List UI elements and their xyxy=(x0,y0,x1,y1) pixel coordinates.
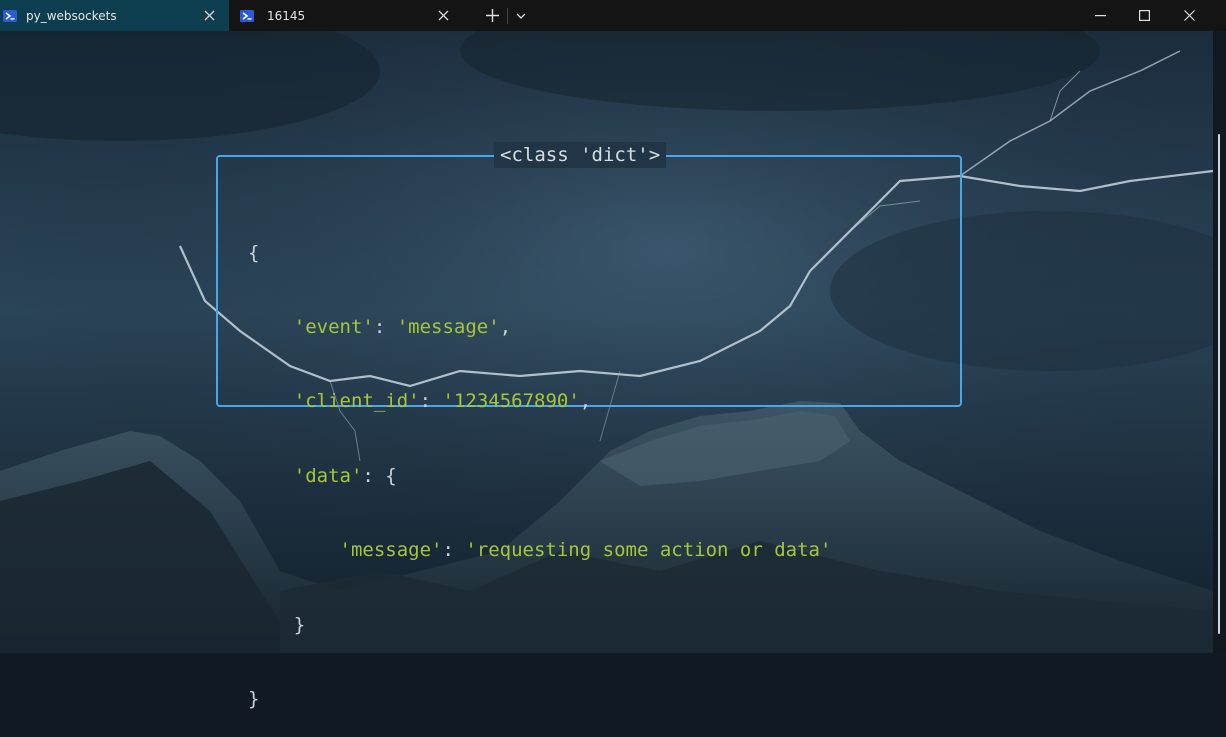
title-bar: py_websockets 16145 xyxy=(0,0,1226,31)
scrollbar[interactable] xyxy=(1213,31,1226,653)
code-line: 'message': 'requesting some action or da… xyxy=(248,538,832,563)
powershell-icon xyxy=(3,9,17,22)
comma: , xyxy=(579,390,592,413)
dict-key: 'event' xyxy=(293,315,374,338)
code-line: 'event': 'message', xyxy=(248,315,831,340)
dict-value: '1234567890' xyxy=(442,390,580,413)
colon: : xyxy=(373,315,397,338)
close-tab-icon[interactable] xyxy=(195,2,223,30)
dict-key: 'message' xyxy=(339,539,443,562)
code-line: 'data': { xyxy=(248,464,831,489)
code-block: { 'event': 'message', 'client_id': '1234… xyxy=(248,191,831,737)
minimize-button[interactable] xyxy=(1077,0,1123,31)
dict-key: 'client_id' xyxy=(293,390,420,413)
code-line: { xyxy=(248,241,831,266)
chevron-down-icon xyxy=(516,13,526,19)
tab-16145[interactable]: 16145 xyxy=(229,0,463,31)
close-tab-icon[interactable] xyxy=(429,2,457,30)
nested-open-brace: { xyxy=(385,464,397,487)
panel-title: <class 'dict'> xyxy=(494,142,667,168)
open-brace: { xyxy=(248,241,260,264)
tab-dropdown-button[interactable] xyxy=(508,0,534,31)
scrollbar-thumb[interactable] xyxy=(1218,134,1220,634)
comma: , xyxy=(499,315,512,338)
dict-key: 'data' xyxy=(293,464,363,487)
close-window-button[interactable] xyxy=(1166,0,1212,31)
colon: : xyxy=(419,390,443,413)
tab-py-websockets[interactable]: py_websockets xyxy=(0,0,229,31)
tab-label: py_websockets xyxy=(26,8,117,23)
code-line: } xyxy=(248,687,831,712)
maximize-button[interactable] xyxy=(1121,0,1167,31)
dict-value: 'message' xyxy=(396,315,500,338)
maximize-icon xyxy=(1138,10,1150,21)
nested-close-brace: } xyxy=(293,613,306,636)
colon: : xyxy=(362,464,386,487)
powershell-icon xyxy=(240,9,254,22)
close-brace: } xyxy=(248,687,260,710)
code-line: 'client_id': '1234567890', xyxy=(248,389,831,414)
plus-icon xyxy=(485,9,499,22)
dict-value: 'requesting some action or data' xyxy=(465,539,832,562)
code-line: } xyxy=(248,613,831,638)
tab-label: 16145 xyxy=(267,8,306,23)
new-tab-button[interactable] xyxy=(477,0,507,31)
close-icon xyxy=(1183,10,1195,21)
minimize-icon xyxy=(1094,14,1106,16)
colon: : xyxy=(442,539,466,562)
